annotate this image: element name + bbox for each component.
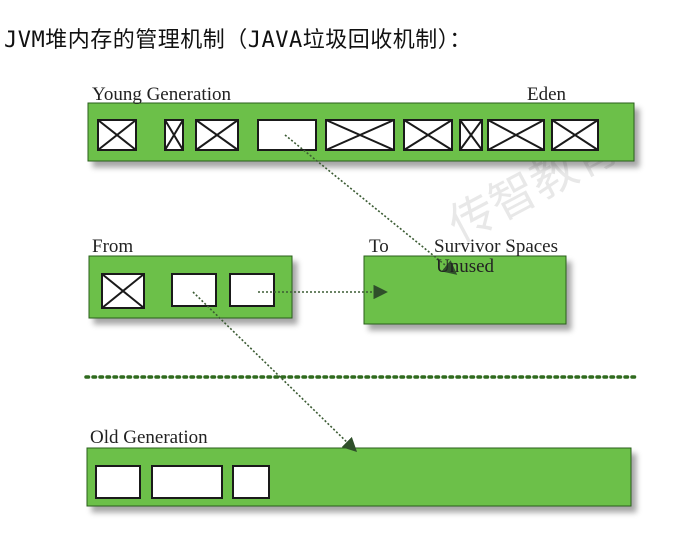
unused-label: Unused: [436, 256, 495, 277]
heap-diagram: [84, 102, 638, 507]
survivor-spaces-label: Survivor Spaces: [434, 236, 559, 257]
from-objects: [101, 273, 275, 309]
from-object-live: [171, 273, 217, 307]
to-label: To: [369, 236, 389, 257]
eden-object-dead: [459, 119, 483, 151]
eden-object-dead: [195, 119, 239, 151]
eden-object-dead: [403, 119, 453, 151]
old-objects: [95, 465, 270, 499]
eden-object-live: [257, 119, 317, 151]
eden-objects: [97, 119, 599, 151]
from-label: From: [92, 236, 134, 257]
old-generation-label: Old Generation: [90, 427, 208, 448]
young-generation-label: Young Generation: [92, 84, 231, 105]
eden-label: Eden: [527, 84, 567, 105]
from-object-dead: [101, 273, 145, 309]
old-object: [151, 465, 223, 499]
from-object-live: [229, 273, 275, 307]
old-object: [95, 465, 141, 499]
eden-object-dead: [325, 119, 395, 151]
eden-object-dead: [551, 119, 599, 151]
eden-object-dead: [487, 119, 545, 151]
eden-object-dead: [97, 119, 137, 151]
eden-object-dead: [164, 119, 184, 151]
old-object: [232, 465, 270, 499]
